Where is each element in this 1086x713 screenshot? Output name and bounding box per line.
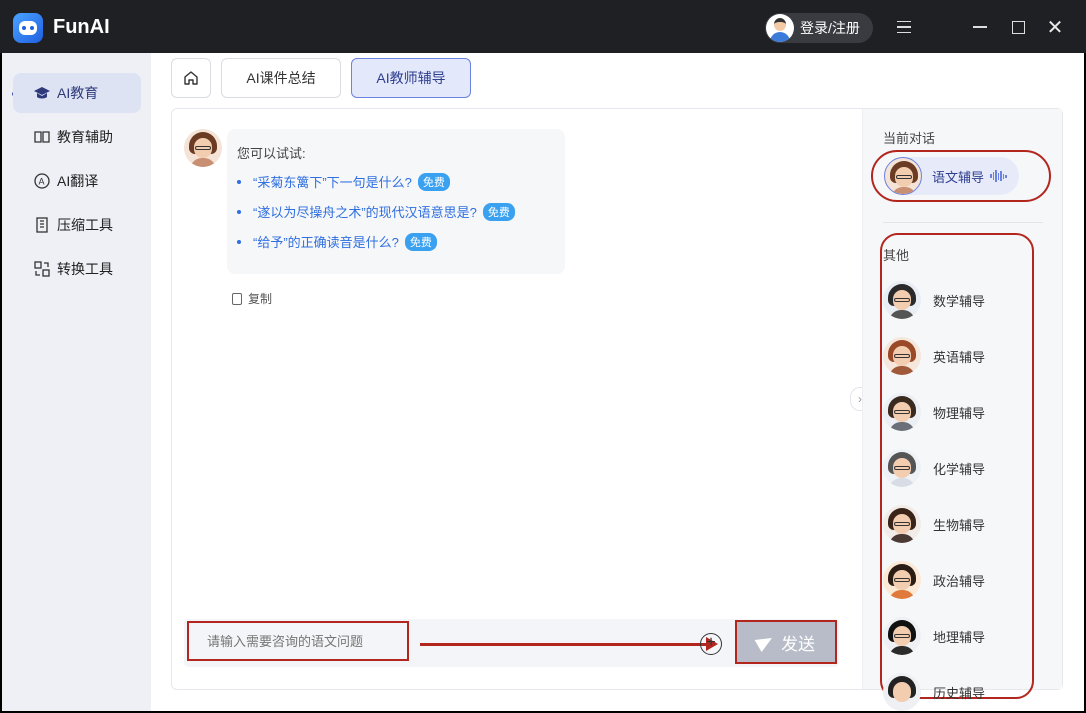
tutor-avatar (883, 617, 921, 655)
sidebar-item-convert-tool[interactable]: 转换工具 (13, 249, 141, 289)
translate-icon: A (33, 172, 51, 190)
bullet-icon (237, 239, 241, 244)
tutor-item-geography[interactable]: 地理辅导 (883, 617, 985, 655)
free-badge: 免费 (404, 232, 437, 251)
tutor-item-history[interactable]: 历史辅导 (883, 673, 985, 711)
current-tutor-item[interactable]: 语文辅导 (884, 157, 1019, 195)
app-body: AI教育 教育辅助 A AI翻译 压缩工具 转换工具 AI课件总结 AI教师辅导… (2, 53, 1084, 711)
add-attachment-icon[interactable]: + (700, 633, 722, 655)
suggestion-bubble: 您可以试试: “采菊东篱下”下一句是什么? 免费 “遂以为尽操舟之术”的现代汉语… (227, 129, 565, 274)
current-conversation-title: 当前对话 (883, 131, 936, 146)
home-button[interactable] (171, 58, 211, 98)
tutor-label: 生物辅导 (933, 517, 986, 533)
tutor-avatar (883, 281, 921, 319)
chat-area: 您可以试试: “采菊东篱下”下一句是什么? 免费 “遂以为尽操舟之术”的现代汉语… (172, 109, 862, 689)
tutor-avatar (883, 561, 921, 599)
divider (883, 222, 1043, 223)
tab-ai-teacher-tutoring[interactable]: AI教师辅导 (351, 58, 471, 98)
sidebar-item-label: AI教育 (57, 85, 99, 101)
convert-icon (33, 260, 51, 278)
suggestion-text: “采菊东篱下”下一句是什么? (253, 175, 412, 190)
tutor-item-english[interactable]: 英语辅导 (883, 337, 985, 375)
sidebar-item-label: 转换工具 (57, 261, 113, 277)
login-label: 登录/注册 (800, 20, 860, 36)
copy-label: 复制 (248, 292, 273, 306)
maximize-icon[interactable] (1006, 15, 1030, 39)
bullet-icon (237, 179, 241, 184)
send-label: 发送 (781, 634, 815, 654)
tab-ai-courseware-summary[interactable]: AI课件总结 (221, 58, 341, 98)
copy-icon (232, 292, 242, 305)
tutor-item-politics[interactable]: 政治辅导 (883, 561, 985, 599)
tutor-label: 地理辅导 (933, 629, 986, 645)
main-content: AI课件总结 AI教师辅导 您可以试试: “采菊东篱下”下一句是什么? 免费 “… (151, 53, 1084, 711)
tutor-item-biology[interactable]: 生物辅导 (883, 505, 985, 543)
sidebar-item-ai-translate[interactable]: A AI翻译 (13, 161, 141, 201)
suggestion-text: “给予”的正确读音是什么? (253, 235, 399, 250)
svg-text:A: A (39, 177, 45, 187)
voice-wave-icon (990, 170, 1007, 182)
sidebar-item-label: 教育辅助 (57, 129, 113, 145)
tutor-label: 英语辅导 (933, 349, 986, 365)
tutor-item-math[interactable]: 数学辅导 (883, 281, 985, 319)
tutor-avatar (883, 337, 921, 375)
tutor-avatar (184, 129, 222, 167)
sidebar-item-label: 压缩工具 (57, 217, 113, 233)
suggestion-item[interactable]: “遂以为尽操舟之术”的现代汉语意思是? 免费 (237, 202, 515, 221)
menu-icon[interactable] (892, 15, 916, 39)
app-name: FunAI (53, 16, 110, 38)
home-icon (184, 71, 198, 85)
user-avatar-icon (766, 14, 794, 42)
question-input[interactable] (187, 621, 409, 661)
tutor-item-chemistry[interactable]: 化学辅导 (883, 449, 985, 487)
tutor-avatar (883, 505, 921, 543)
suggestion-item[interactable]: “给予”的正确读音是什么? 免费 (237, 232, 437, 251)
suggestion-item[interactable]: “采菊东篱下”下一句是什么? 免费 (237, 172, 450, 191)
tutor-list-panel: 当前对话 语文辅导 其他 数学辅导 英语辅导 物理辅导 化学辅导 生物辅导 政治… (862, 109, 1062, 711)
send-icon (754, 631, 776, 653)
input-area: + 发送 (184, 619, 839, 667)
free-badge: 免费 (482, 202, 515, 221)
bullet-icon (237, 209, 241, 214)
tutor-label: 化学辅导 (933, 461, 986, 477)
current-tutor-label: 语文辅导 (932, 169, 985, 185)
app-logo-icon (13, 13, 43, 43)
tutor-avatar (883, 449, 921, 487)
book-icon (33, 128, 51, 146)
tutor-avatar (883, 393, 921, 431)
copy-button[interactable]: 复制 (232, 290, 272, 307)
sidebar-item-label: AI翻译 (57, 173, 99, 189)
others-title: 其他 (883, 248, 910, 263)
suggestion-title: 您可以试试: (237, 146, 306, 161)
tutor-label: 政治辅导 (933, 573, 986, 589)
tutor-avatar (884, 157, 922, 195)
chat-panel: 您可以试试: “采菊东篱下”下一句是什么? 免费 “遂以为尽操舟之术”的现代汉语… (171, 108, 1063, 711)
title-bar: FunAI 登录/注册 ✕ (0, 0, 1086, 53)
send-button[interactable]: 发送 (735, 620, 837, 664)
suggestion-text: “遂以为尽操舟之术”的现代汉语意思是? (253, 205, 477, 220)
sidebar-item-compress-tool[interactable]: 压缩工具 (13, 205, 141, 245)
current-tutor-highlight: 语文辅导 (871, 150, 1051, 202)
close-icon[interactable]: ✕ (1043, 15, 1067, 39)
sidebar-item-education-assist[interactable]: 教育辅助 (13, 117, 141, 157)
minimize-icon[interactable] (968, 15, 992, 39)
graduation-cap-icon (33, 84, 51, 102)
tutor-label: 物理辅导 (933, 405, 986, 421)
tutor-item-physics[interactable]: 物理辅导 (883, 393, 985, 431)
compress-icon (33, 216, 51, 234)
login-register-button[interactable]: 登录/注册 (765, 13, 873, 43)
annotation-arrow (420, 643, 710, 646)
tutor-label: 历史辅导 (933, 685, 986, 701)
tutor-label: 数学辅导 (933, 293, 986, 309)
free-badge: 免费 (417, 172, 450, 191)
sidebar-item-ai-education[interactable]: AI教育 (13, 73, 141, 113)
sidebar: AI教育 教育辅助 A AI翻译 压缩工具 转换工具 (2, 53, 151, 711)
tutor-avatar (883, 673, 921, 711)
